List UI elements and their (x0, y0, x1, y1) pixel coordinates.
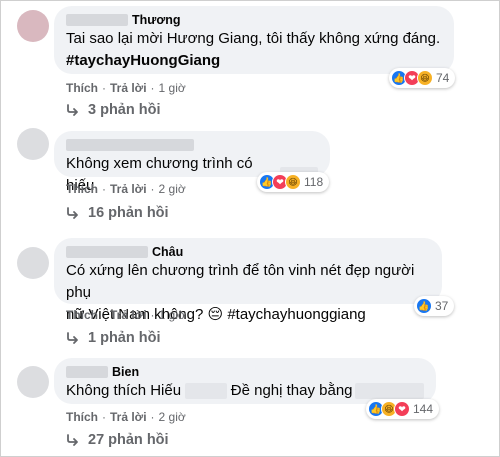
comment-bubble: Thương Tai sao lại mời Hương Giang, tôi … (54, 6, 454, 74)
timestamp[interactable]: 1 giờ (159, 81, 186, 95)
reply-arrow-icon (67, 207, 78, 219)
view-replies-button[interactable]: 16 phản hồi (66, 205, 169, 221)
like-button[interactable]: Thích (66, 410, 98, 424)
redacted-name (66, 139, 194, 151)
comment-text: Có xứng lên chương trình để tôn vinh nét… (66, 262, 415, 301)
like-button[interactable]: Thích (66, 308, 98, 322)
haha-reaction-icon: 😆 (285, 174, 301, 190)
like-button[interactable]: Thích (66, 182, 98, 196)
timestamp[interactable]: 1 giờ (159, 308, 186, 322)
comment-actions: Thích · Trả lời · 2 giờ (66, 410, 186, 424)
author-name[interactable]: Thương (132, 12, 180, 28)
reaction-summary[interactable]: 👍 ❤ 😆 74 (389, 68, 456, 88)
replies-count[interactable]: 16 phản hồi (88, 205, 169, 221)
avatar[interactable] (17, 128, 49, 160)
comment-bubble: Không xem chương trình có hiếu (54, 131, 330, 194)
reaction-count: 37 (435, 299, 449, 313)
separator: · (102, 81, 106, 95)
reply-button[interactable]: Trả lời (110, 308, 147, 322)
separator: · (102, 410, 106, 424)
replies-count[interactable]: 3 phản hồi (88, 102, 161, 118)
timestamp[interactable]: 2 giờ (159, 182, 186, 196)
replies-count[interactable]: 27 phản hồi (88, 432, 169, 448)
redacted-text (185, 383, 227, 399)
reply-button[interactable]: Trả lời (110, 410, 147, 424)
author-name[interactable]: Bien (112, 364, 139, 380)
comment-bubble: Bien Không thích Hiếu Đề nghị thay bằng (54, 358, 436, 404)
reply-arrow-icon (67, 434, 78, 446)
author-name[interactable]: Châu (152, 244, 183, 260)
separator: · (150, 308, 155, 322)
reaction-summary[interactable]: 👍 ❤ 😆 118 (257, 172, 330, 192)
separator: · (150, 81, 155, 95)
comment-actions: Thích · Trả lời · 1 giờ (66, 308, 186, 322)
comment-text-line: Đề nghị thay bằng (230, 382, 353, 399)
view-replies-button[interactable]: 1 phản hồi (66, 330, 161, 346)
reply-button[interactable]: Trả lời (110, 81, 147, 95)
comment-actions: Thích · Trả lời · 2 giờ (66, 182, 186, 196)
redacted-name (66, 246, 148, 258)
comment-actions: Thích · Trả lời · 1 giờ (66, 81, 186, 95)
like-reaction-icon: 👍 (416, 298, 432, 314)
separator: · (102, 308, 106, 322)
avatar[interactable] (17, 10, 49, 42)
comment-bubble: Châu Có xứng lên chương trình để tôn vin… (54, 238, 442, 323)
redacted-name (66, 366, 108, 378)
reaction-count: 118 (304, 175, 324, 189)
reply-arrow-icon (67, 332, 78, 344)
timestamp[interactable]: 2 giờ (159, 410, 186, 424)
haha-reaction-icon: 😆 (417, 70, 433, 86)
like-button[interactable]: Thích (66, 81, 98, 95)
hashtag-link[interactable]: #taychayHuongGiang (66, 50, 442, 72)
reaction-count: 144 (413, 402, 434, 416)
view-replies-button[interactable]: 3 phản hồi (66, 102, 161, 118)
avatar[interactable] (17, 366, 49, 398)
redacted-text (354, 383, 424, 399)
comment-text: Không thích Hiếu Đề nghị thay bằng (66, 380, 424, 402)
redacted-name (66, 14, 128, 26)
comment-author[interactable]: Bien (66, 364, 424, 380)
separator: · (102, 182, 106, 196)
replies-count[interactable]: 1 phản hồi (88, 330, 161, 346)
comment-author[interactable] (66, 137, 318, 153)
separator: · (150, 182, 155, 196)
reaction-count: 74 (436, 71, 450, 85)
reply-button[interactable]: Trả lời (110, 182, 147, 196)
comment-author[interactable]: Thương (66, 12, 442, 28)
comment-text: Tai sao lại mời Hương Giang, tôi thấy kh… (66, 30, 441, 47)
love-reaction-icon: ❤ (394, 401, 410, 417)
avatar[interactable] (17, 247, 49, 279)
comment-text-line: Không thích Hiếu (66, 382, 182, 399)
comment-author[interactable]: Châu (66, 244, 430, 260)
view-replies-button[interactable]: 27 phản hồi (66, 432, 169, 448)
reaction-summary[interactable]: 👍 😆 ❤ 144 (366, 399, 440, 419)
reaction-summary[interactable]: 👍 37 (414, 296, 455, 316)
separator: · (150, 410, 155, 424)
reply-arrow-icon (67, 104, 78, 116)
